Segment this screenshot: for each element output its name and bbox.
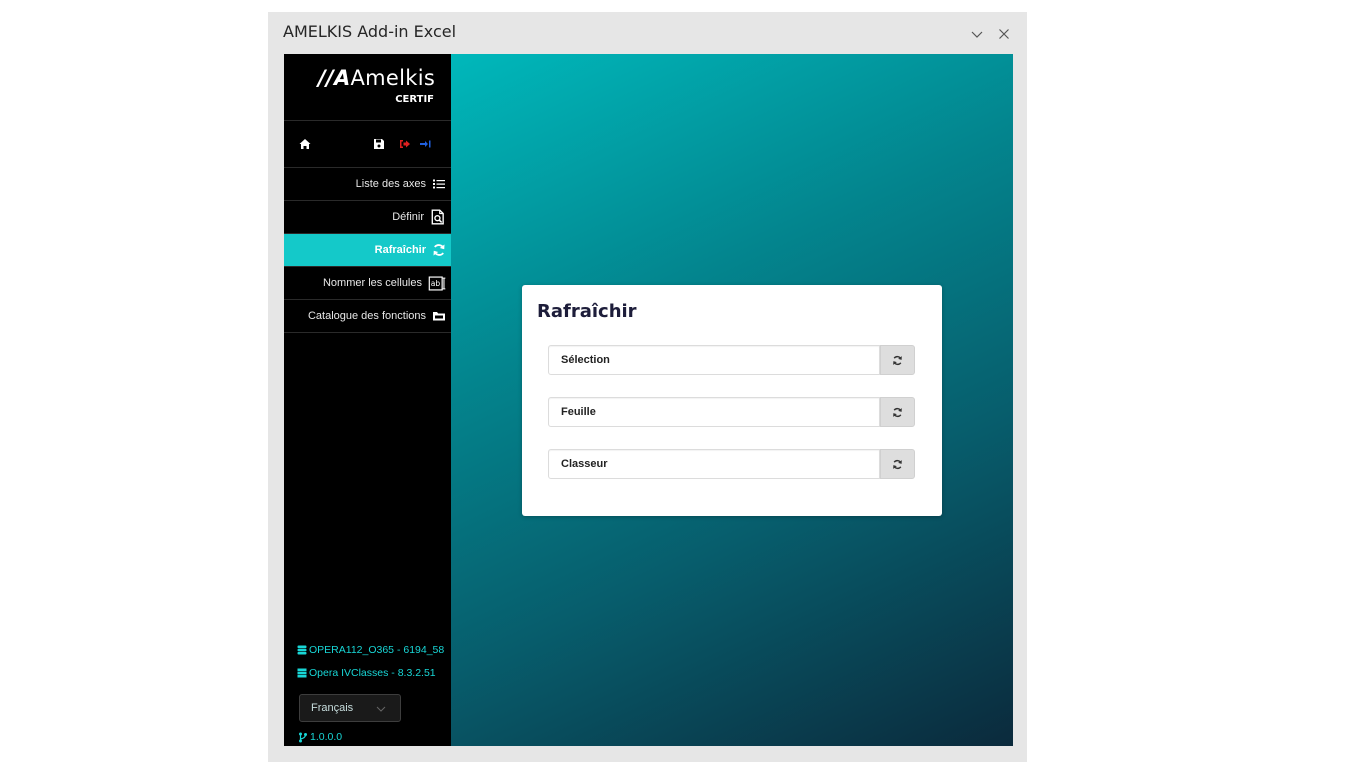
save-icon — [374, 139, 384, 149]
refresh-icon — [433, 244, 445, 256]
language-select[interactable]: Français — [299, 694, 401, 722]
version-info: 1.0.0.0 — [298, 731, 342, 743]
sign-out-icon — [400, 140, 410, 148]
sidebar-footer: OPERA112_O365 - 6194_58 Opera IVClasses … — [284, 644, 451, 746]
save-button[interactable] — [373, 138, 385, 150]
sidebar-item-definir[interactable]: Définir — [284, 201, 451, 234]
code-branch-icon — [299, 732, 307, 742]
window-title: AMELKIS Add-in Excel — [283, 22, 457, 41]
logo-prefix: //A — [318, 66, 351, 90]
chevron-down-icon — [971, 31, 983, 38]
sign-in-icon — [420, 140, 431, 148]
database-label: Opera IVClasses - 8.3.2.51 — [309, 667, 436, 679]
sheet-field: Feuille — [548, 397, 880, 427]
refresh-row-selection: Sélection — [548, 345, 915, 375]
refresh-row-feuille: Feuille — [548, 397, 915, 427]
logo-sub: CERTIF — [395, 94, 434, 105]
sidebar-item-rafraichir[interactable]: Rafraîchir — [284, 234, 451, 267]
refresh-panel: Rafraîchir Sélection Feuille Classeur — [522, 285, 942, 516]
refresh-icon — [893, 407, 902, 417]
logo-brand: Amelkis — [350, 66, 436, 90]
home-button[interactable] — [299, 138, 311, 150]
close-button[interactable] — [995, 25, 1013, 43]
refresh-sheet-button[interactable] — [880, 397, 915, 427]
svg-text:ab: ab — [431, 279, 441, 288]
panel-title: Rafraîchir — [537, 301, 637, 322]
collapse-button[interactable] — [968, 25, 986, 43]
sidebar-item-nommer-les-cellules[interactable]: Nommer les cellules ab — [284, 267, 451, 300]
refresh-selection-button[interactable] — [880, 345, 915, 375]
text-field-icon: ab — [428, 275, 446, 291]
sidebar-item-label: Liste des axes — [355, 178, 426, 190]
file-search-icon — [431, 209, 444, 225]
logo-wordmark: //AAmelkis — [318, 66, 435, 90]
sidebar-item-label: Nommer les cellules — [322, 277, 422, 289]
sidebar-item-label: Catalogue des fonctions — [307, 310, 426, 322]
sidebar-item-label: Définir — [392, 211, 424, 223]
language-value: Français — [311, 702, 354, 714]
sidebar: //AAmelkis CERTIF Liste des axes Définir… — [284, 54, 451, 746]
folder-icon — [433, 312, 445, 321]
database-label: OPERA112_O365 - 6194_58 — [309, 644, 445, 656]
refresh-icon — [893, 459, 902, 469]
version-label: 1.0.0.0 — [310, 731, 343, 743]
sign-in-button[interactable] — [419, 138, 431, 150]
sidebar-item-label: Rafraîchir — [374, 244, 426, 256]
home-icon — [299, 139, 311, 149]
close-icon — [999, 29, 1009, 39]
workbook-field: Classeur — [548, 449, 880, 479]
sidebar-item-liste-des-axes[interactable]: Liste des axes — [284, 168, 451, 201]
sidebar-toolbar — [284, 120, 451, 168]
selection-field: Sélection — [548, 345, 880, 375]
window-border — [1013, 54, 1027, 746]
sidebar-menu: Liste des axes Définir Rafraîchir Nommer… — [284, 168, 451, 333]
main-content: Rafraîchir Sélection Feuille Classeur — [451, 54, 1013, 746]
database-icon — [297, 645, 307, 655]
refresh-icon — [893, 355, 902, 365]
list-icon — [433, 179, 445, 189]
refresh-workbook-button[interactable] — [880, 449, 915, 479]
title-bar: AMELKIS Add-in Excel — [268, 12, 1027, 54]
database-connection-2: Opera IVClasses - 8.3.2.51 — [297, 667, 436, 679]
database-connection-1: OPERA112_O365 - 6194_58 — [297, 644, 444, 656]
sign-out-button[interactable] — [399, 138, 411, 150]
server-icon — [297, 668, 307, 678]
amelkis-logo: //AAmelkis CERTIF — [284, 54, 451, 121]
addin-window: AMELKIS Add-in Excel //AAmelkis CERTIF L… — [268, 12, 1027, 762]
refresh-row-classeur: Classeur — [548, 449, 915, 479]
chevron-down-icon — [376, 706, 386, 712]
sidebar-item-catalogue-des-fonctions[interactable]: Catalogue des fonctions — [284, 300, 451, 333]
